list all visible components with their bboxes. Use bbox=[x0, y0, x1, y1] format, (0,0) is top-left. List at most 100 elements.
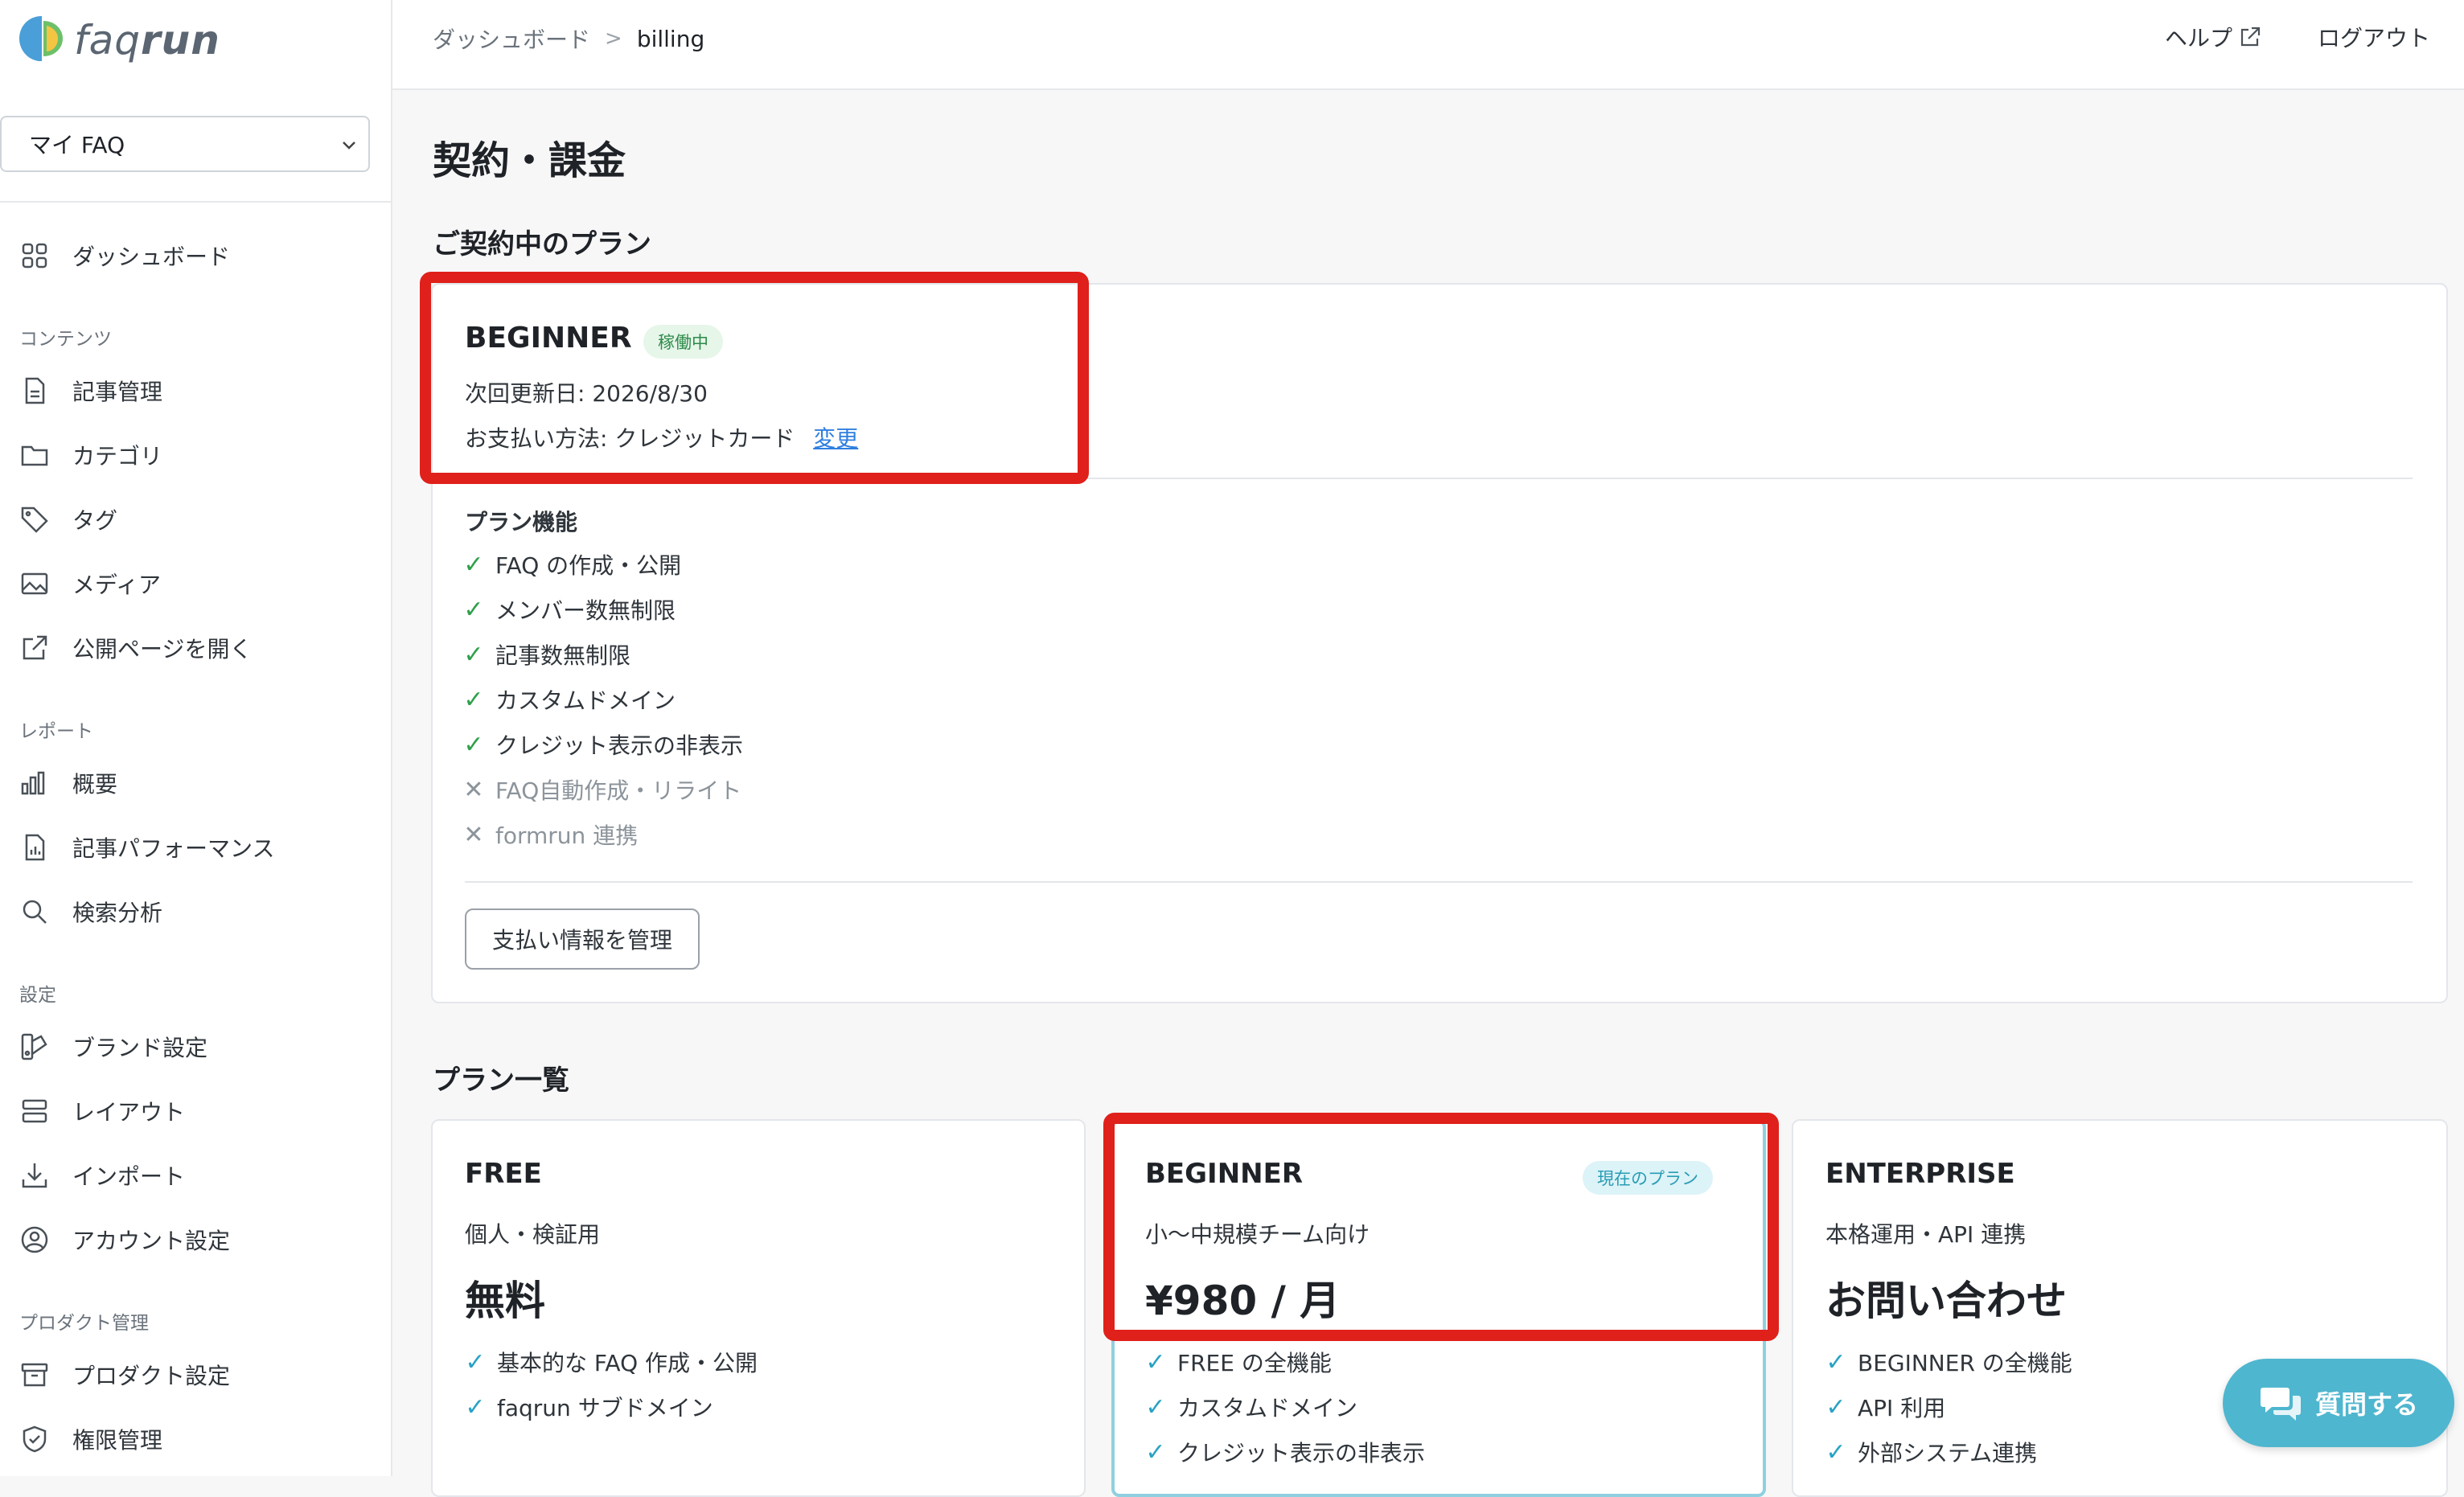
current-plan-name: BEGINNER bbox=[465, 322, 632, 355]
faq-select-value: マイ FAQ bbox=[29, 132, 125, 158]
plan-name: ENTERPRISE bbox=[1825, 1158, 2015, 1190]
payment-method-row: お支払い方法: クレジットカード 変更 bbox=[465, 421, 858, 453]
feature-item-disabled: ✕ FAQ自動作成・リライト bbox=[463, 775, 742, 805]
check-icon: ✓ bbox=[1145, 1392, 1166, 1421]
current-plan-heading: ご契約中のプラン bbox=[433, 228, 651, 260]
sidebar-item-layout[interactable]: レイアウト bbox=[19, 1087, 185, 1135]
plan-feature: ✓ カスタムドメイン bbox=[1145, 1392, 1358, 1422]
manage-payment-button[interactable]: 支払い情報を管理 bbox=[465, 908, 700, 970]
sidebar-item-media[interactable]: メディア bbox=[19, 560, 161, 608]
check-icon: ✓ bbox=[463, 640, 484, 669]
plan-price: ¥980 / 月 bbox=[1145, 1278, 1341, 1324]
report-icon bbox=[25, 834, 45, 861]
cross-icon: ✕ bbox=[463, 775, 484, 804]
user-circle-icon bbox=[21, 1226, 48, 1253]
sidebar-item-open-public[interactable]: 公開ページを開く bbox=[19, 624, 252, 672]
section-reports: レポート bbox=[19, 721, 93, 742]
status-badge: 稼働中 bbox=[643, 325, 723, 359]
download-icon bbox=[22, 1163, 47, 1188]
sidebar-item-overview[interactable]: 概要 bbox=[19, 759, 117, 807]
check-icon: ✓ bbox=[465, 1392, 486, 1421]
chat-question-button[interactable]: 質問する bbox=[2223, 1359, 2454, 1447]
check-icon: ✓ bbox=[1825, 1392, 1846, 1421]
chat-label: 質問する bbox=[2314, 1389, 2418, 1420]
check-icon: ✓ bbox=[1825, 1438, 1846, 1466]
check-icon: ✓ bbox=[463, 595, 484, 624]
sidebar: faqrun マイ FAQ ダッシュボード コンテンツ 記事管理 カテゴリ タグ… bbox=[0, 0, 392, 1476]
sidebar-item-label: アカウント設定 bbox=[72, 1228, 231, 1254]
tag-icon bbox=[21, 507, 48, 533]
sidebar-item-label: プロダクト設定 bbox=[72, 1363, 231, 1389]
check-icon: ✓ bbox=[465, 1347, 486, 1376]
sidebar-item-brand[interactable]: ブランド設定 bbox=[19, 1023, 207, 1071]
plan-feature: ✓ 基本的な FAQ 作成・公開 bbox=[465, 1347, 758, 1377]
sidebar-item-tags[interactable]: タグ bbox=[19, 495, 117, 543]
plan-subtitle: 小〜中規模チーム向け bbox=[1145, 1221, 1370, 1248]
sidebar-item-import[interactable]: インポート bbox=[19, 1151, 185, 1200]
sidebar-item-label: インポート bbox=[72, 1163, 186, 1190]
sidebar-item-label: 権限管理 bbox=[72, 1427, 163, 1454]
sidebar-item-articles[interactable]: 記事管理 bbox=[19, 367, 162, 415]
search-icon bbox=[23, 900, 47, 924]
sidebar-item-label: 公開ページを開く bbox=[72, 636, 253, 662]
sidebar-item-label: タグ bbox=[72, 507, 118, 534]
card-divider bbox=[465, 881, 2413, 883]
plan-feature: ✓ API 利用 bbox=[1825, 1392, 1946, 1422]
section-product: プロダクト管理 bbox=[19, 1313, 149, 1334]
sidebar-item-dashboard[interactable]: ダッシュボード bbox=[19, 232, 230, 280]
top-bar: ダッシュボード > billing ヘルプ ログアウト bbox=[392, 0, 2464, 90]
sidebar-item-label: ブランド設定 bbox=[72, 1035, 208, 1061]
logo-text: faqrun bbox=[74, 17, 220, 64]
chevron-down-icon bbox=[343, 141, 355, 150]
plan-feature: ✓ 外部システム連携 bbox=[1825, 1438, 2038, 1467]
sidebar-item-categories[interactable]: カテゴリ bbox=[19, 431, 162, 479]
breadcrumb-separator: > bbox=[605, 27, 622, 51]
feature-item: ✓ クレジット表示の非表示 bbox=[463, 730, 744, 760]
sidebar-item-product-settings[interactable]: プロダクト設定 bbox=[19, 1351, 230, 1399]
page-title: 契約・課金 bbox=[433, 138, 626, 183]
plan-price: お問い合わせ bbox=[1825, 1278, 2067, 1324]
sidebar-item-search-analysis[interactable]: 検索分析 bbox=[19, 888, 162, 936]
sidebar-item-label: ダッシュボード bbox=[72, 244, 231, 270]
chat-bubbles-icon bbox=[2260, 1388, 2301, 1421]
sidebar-item-permissions[interactable]: 権限管理 bbox=[19, 1415, 162, 1463]
plan-price: 無料 bbox=[465, 1278, 545, 1324]
faqrun-logo-icon bbox=[19, 16, 63, 61]
logout-link[interactable]: ログアウト bbox=[2318, 21, 2430, 53]
cross-icon: ✕ bbox=[463, 820, 484, 849]
help-link[interactable]: ヘルプ bbox=[2165, 21, 2261, 53]
current-plan-badge: 現在のプラン bbox=[1583, 1161, 1713, 1195]
feature-item: ✓ 記事数無制限 bbox=[463, 640, 631, 670]
shield-icon bbox=[23, 1425, 47, 1453]
plan-feature: ✓ BEGINNER の全機能 bbox=[1825, 1347, 2072, 1377]
grid-icon bbox=[22, 243, 47, 269]
plan-list-heading: プラン一覧 bbox=[433, 1064, 569, 1097]
document-icon bbox=[25, 377, 45, 404]
image-icon bbox=[21, 572, 48, 595]
check-icon: ✓ bbox=[463, 685, 484, 714]
check-icon: ✓ bbox=[1145, 1347, 1166, 1376]
change-payment-link[interactable]: 変更 bbox=[813, 425, 858, 452]
logo[interactable]: faqrun bbox=[18, 11, 220, 69]
sidebar-item-article-performance[interactable]: 記事パフォーマンス bbox=[19, 823, 274, 872]
external-link-icon bbox=[2240, 27, 2261, 47]
plan-feature: ✓ FREE の全機能 bbox=[1145, 1347, 1332, 1377]
plan-subtitle: 本格運用・API 連携 bbox=[1825, 1221, 2027, 1248]
sidebar-item-label: レイアウト bbox=[72, 1099, 186, 1126]
bar-chart-icon bbox=[21, 771, 45, 795]
features-title: プラン機能 bbox=[465, 509, 578, 535]
sidebar-item-account[interactable]: アカウント設定 bbox=[19, 1216, 230, 1264]
breadcrumb-parent[interactable]: ダッシュボード bbox=[433, 23, 590, 55]
payment-method: お支払い方法: クレジットカード bbox=[465, 425, 795, 452]
feature-item: ✓ FAQ の作成・公開 bbox=[463, 550, 682, 580]
layout-icon bbox=[22, 1099, 47, 1123]
external-link-icon bbox=[23, 635, 47, 660]
section-contents: コンテンツ bbox=[19, 329, 112, 350]
faq-select[interactable]: マイ FAQ bbox=[0, 116, 370, 172]
next-renewal: 次回更新日: 2026/8/30 bbox=[465, 380, 708, 407]
plan-name: BEGINNER bbox=[1145, 1158, 1304, 1190]
current-plan-card bbox=[431, 283, 2448, 1003]
help-label: ヘルプ bbox=[2164, 25, 2232, 51]
sidebar-item-label: 記事パフォーマンス bbox=[72, 835, 275, 862]
feature-item-disabled: ✕ formrun 連携 bbox=[463, 820, 639, 850]
